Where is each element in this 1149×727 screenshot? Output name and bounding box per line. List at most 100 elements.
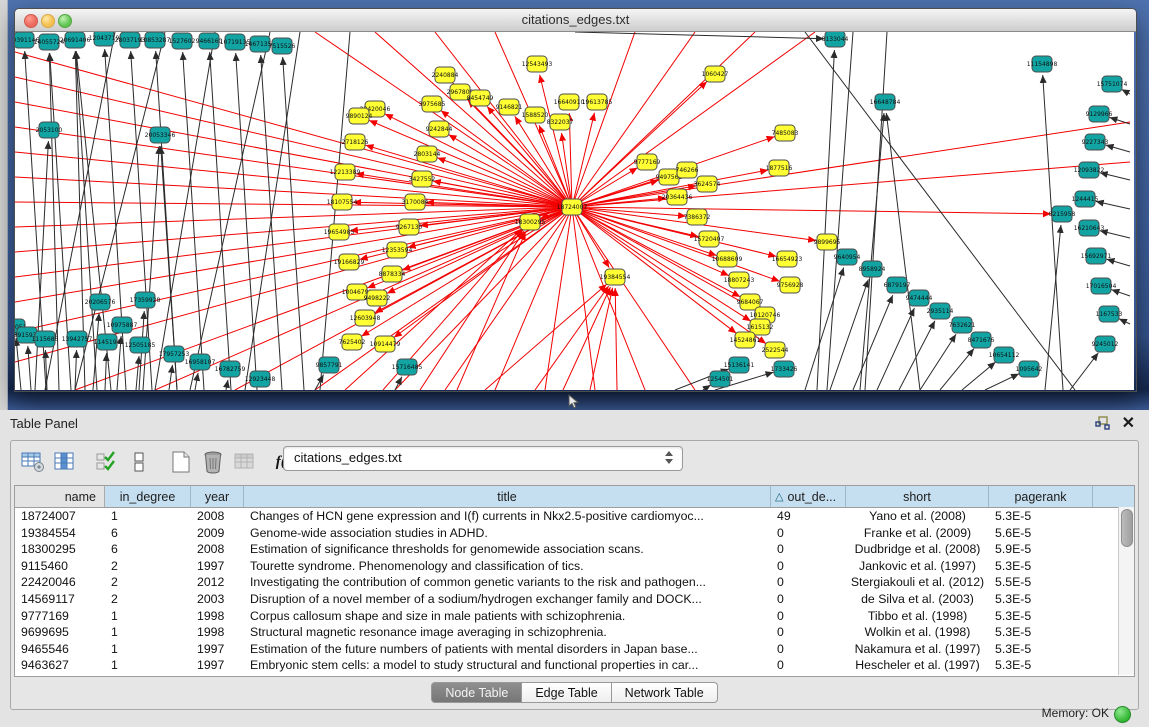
network-node[interactable]: 9242844 xyxy=(426,121,453,137)
column-header-short[interactable]: short xyxy=(846,486,989,507)
table-row[interactable]: 977716911998Corpus callosum shape and si… xyxy=(15,608,1134,625)
network-node[interactable]: 16654923 xyxy=(772,251,803,267)
network-node[interactable]: 2803144 xyxy=(414,146,441,162)
network-node[interactable]: 9267130 xyxy=(396,219,423,235)
close-panel-icon[interactable]: ✕ xyxy=(1122,413,1135,433)
network-node[interactable]: 6879197 xyxy=(884,277,911,293)
network-node[interactable]: 10654112 xyxy=(989,347,1020,363)
network-node[interactable]: 9777169 xyxy=(634,154,661,170)
column-header-out-degree[interactable]: △out_de... xyxy=(771,486,846,507)
network-node[interactable]: 12543493 xyxy=(522,56,553,72)
network-node[interactable]: 15692971 xyxy=(1081,248,1112,264)
float-panel-icon[interactable] xyxy=(1095,416,1111,430)
tab-node-table[interactable]: Node Table xyxy=(431,682,522,703)
network-node[interactable]: 8454749 xyxy=(467,90,494,106)
network-node[interactable]: 19384554 xyxy=(600,269,631,285)
network-node[interactable]: 16640910 xyxy=(554,94,585,110)
network-node[interactable]: 10853287 xyxy=(140,32,171,48)
network-node[interactable]: 10688609 xyxy=(712,251,743,267)
table-row[interactable]: 2242004622012Investigating the contribut… xyxy=(15,574,1134,591)
column-header-name[interactable]: name xyxy=(15,486,105,507)
select-column-icon[interactable] xyxy=(51,448,79,476)
network-node[interactable]: 20206576 xyxy=(85,294,116,310)
network-node[interactable]: 12505185 xyxy=(125,337,156,353)
network-node[interactable]: 7625402 xyxy=(339,334,366,350)
tab-edge-table[interactable]: Edge Table xyxy=(522,682,611,703)
network-node[interactable]: 9245012 xyxy=(1092,336,1119,352)
network-node[interactable]: 9498222 xyxy=(364,290,391,306)
network-node[interactable]: 1244415 xyxy=(1072,191,1099,207)
column-header-in-degree[interactable]: in_degree xyxy=(105,486,191,507)
scrollbar-thumb[interactable] xyxy=(1121,509,1133,547)
network-node[interactable]: 15716485 xyxy=(392,359,423,375)
network-node[interactable]: 7485083 xyxy=(772,125,799,141)
network-node[interactable]: 18807243 xyxy=(724,272,755,288)
import-table-icon[interactable] xyxy=(231,448,259,476)
column-header-pagerank[interactable]: pagerank xyxy=(989,486,1093,507)
network-node[interactable]: 9146821 xyxy=(496,99,523,115)
column-header-year[interactable]: year xyxy=(191,486,244,507)
table-row[interactable]: 946554611997Estimation of the future num… xyxy=(15,641,1134,658)
network-node[interactable]: 9474444 xyxy=(906,290,933,306)
network-node[interactable]: 15720407 xyxy=(694,231,725,247)
network-node[interactable]: 7386372 xyxy=(684,209,711,225)
memory-status-indicator[interactable] xyxy=(1114,706,1131,723)
network-node[interactable]: 9640954 xyxy=(834,249,861,265)
network-node[interactable]: 2240884 xyxy=(432,67,459,83)
network-node[interactable]: 9129966 xyxy=(1086,106,1113,122)
network-node[interactable]: 19166829 xyxy=(334,254,365,270)
network-node[interactable]: 12353594 xyxy=(382,242,413,258)
tab-network-table[interactable]: Network Table xyxy=(612,682,718,703)
network-node[interactable]: 8471676 xyxy=(968,332,995,348)
network-node[interactable]: 746266 xyxy=(676,162,699,178)
network-node[interactable]: 8322037 xyxy=(547,114,574,130)
window-titlebar[interactable]: citations_edges.txt xyxy=(15,9,1136,32)
table-row[interactable]: 1830029562008Estimation of significance … xyxy=(15,541,1134,558)
network-node[interactable]: 3427552 xyxy=(409,171,436,187)
network-node[interactable]: 8133044 xyxy=(822,32,849,47)
network-node[interactable]: 1733426 xyxy=(771,361,798,377)
table-row[interactable]: 946362711997Embryonic stem cells: a mode… xyxy=(15,657,1134,674)
column-header-title[interactable]: title xyxy=(244,486,771,507)
network-node[interactable]: 16648784 xyxy=(870,94,901,110)
left-panel-divider[interactable] xyxy=(0,0,8,410)
network-node[interactable]: 1095642 xyxy=(1016,361,1043,377)
row-check-icon[interactable] xyxy=(93,448,121,476)
table-row[interactable]: 1456911722003Disruption of a novel membe… xyxy=(15,591,1134,608)
network-node[interactable]: 16210643 xyxy=(1074,220,1105,236)
close-window-button[interactable] xyxy=(24,14,38,28)
network-node[interactable]: 2522544 xyxy=(762,342,789,358)
network-node[interactable]: 9227343 xyxy=(1082,134,1109,150)
network-node[interactable]: 20053346 xyxy=(145,127,176,143)
network-node[interactable]: 9857791 xyxy=(316,357,343,373)
table-row[interactable]: 1938455462009Genome-wide association stu… xyxy=(15,525,1134,542)
network-node[interactable]: 9466160 xyxy=(196,33,223,49)
network-node[interactable]: 8958924 xyxy=(859,261,886,277)
network-node[interactable]: 12923448 xyxy=(245,371,276,387)
network-node[interactable]: 1060427 xyxy=(702,66,729,82)
network-node[interactable]: 8215958 xyxy=(1049,206,1076,222)
network-node[interactable]: 11154898 xyxy=(1027,56,1058,72)
zoom-window-button[interactable] xyxy=(58,14,72,28)
network-node[interactable]: 3170084 xyxy=(402,194,429,210)
network-node[interactable]: 16782759 xyxy=(215,361,246,377)
network-node[interactable]: 9756928 xyxy=(777,277,804,293)
network-node[interactable]: 2718126 xyxy=(342,134,369,150)
network-node[interactable]: 16958107 xyxy=(185,354,216,370)
network-node[interactable]: 10975887 xyxy=(107,317,138,333)
network-node[interactable]: 7515526 xyxy=(269,38,296,54)
network-node[interactable]: 13942757 xyxy=(62,331,93,347)
table-row[interactable]: 969969511998Structural magnetic resonanc… xyxy=(15,624,1134,641)
table-selector-dropdown[interactable]: citations_edges.txt xyxy=(283,446,683,471)
delete-column-icon[interactable] xyxy=(199,448,227,476)
network-canvas[interactable]: 2039114614055724206914061204371928037193… xyxy=(15,32,1134,390)
network-node[interactable]: 2053100 xyxy=(36,122,63,138)
network-node[interactable]: 9890124 xyxy=(346,108,373,124)
network-node[interactable]: 8878334 xyxy=(379,266,406,282)
network-node[interactable]: 2935114 xyxy=(927,303,954,319)
network-node[interactable]: 1877516 xyxy=(766,160,793,176)
network-node[interactable]: 1254501 xyxy=(707,371,734,387)
table-row[interactable]: 1872400712008Changes of HCN gene express… xyxy=(15,508,1134,525)
network-node[interactable]: 3624574 xyxy=(694,176,721,192)
table-settings-icon[interactable] xyxy=(19,448,47,476)
